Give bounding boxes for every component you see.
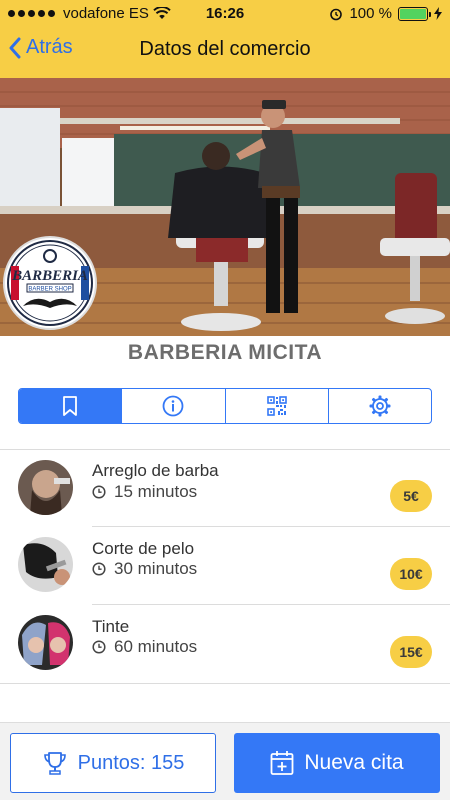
service-duration-text: 60 minutos xyxy=(114,637,198,656)
back-button[interactable]: Atrás xyxy=(8,36,73,59)
new-appointment-button[interactable]: Nueva cita xyxy=(234,733,440,793)
list-end-divider xyxy=(0,683,450,684)
list-item[interactable]: Corte de pelo 30 minutos 10€ xyxy=(0,527,450,604)
trophy-icon xyxy=(43,752,66,775)
bottom-bar: Puntos: 155 Nueva cita xyxy=(0,722,450,800)
header-bar: vodafone ES 16:26 100 % Atrás Datos del xyxy=(0,0,450,78)
logo-subtext: BARBER SHOP xyxy=(28,287,71,293)
service-name: Corte de pelo xyxy=(92,539,195,558)
status-right: 100 % xyxy=(329,5,442,22)
calendar-add-icon xyxy=(270,751,294,775)
service-duration: 15 minutos xyxy=(92,482,197,502)
service-avatar xyxy=(18,460,73,515)
clock-icon xyxy=(92,485,106,499)
service-duration-text: 30 minutos xyxy=(114,559,198,578)
price-badge: 5€ xyxy=(390,480,432,512)
status-bar: vodafone ES 16:26 100 % xyxy=(0,0,450,26)
shop-logo: BARBERIA BARBER SHOP xyxy=(3,236,97,330)
points-button[interactable]: Puntos: 155 xyxy=(10,733,216,793)
logo-text: BARBERIA xyxy=(11,268,88,284)
service-duration: 60 minutos xyxy=(92,637,197,657)
tab-qr-code[interactable] xyxy=(226,389,329,423)
clock-icon xyxy=(92,562,106,576)
service-avatar xyxy=(18,537,73,592)
charging-icon xyxy=(434,7,442,20)
points-label: Puntos: 155 xyxy=(77,751,185,774)
bookmark-icon xyxy=(63,396,78,416)
service-avatar xyxy=(18,615,73,670)
tab-info[interactable] xyxy=(122,389,226,423)
service-name: Tinte xyxy=(92,617,130,636)
service-duration-text: 15 minutos xyxy=(114,482,198,501)
chevron-left-icon xyxy=(9,37,21,58)
battery-icon xyxy=(398,6,431,21)
tab-settings[interactable] xyxy=(329,389,431,423)
shop-name: BARBERIA MICITA xyxy=(127,341,323,364)
tab-bookmark[interactable] xyxy=(19,389,123,423)
price-badge: 15€ xyxy=(390,636,432,668)
list-item[interactable]: Arreglo de barba 15 minutos 5€ xyxy=(0,450,450,527)
clock-icon xyxy=(92,640,106,654)
info-icon xyxy=(162,395,184,417)
price-badge: 10€ xyxy=(390,558,432,590)
list-item[interactable]: Tinte 60 minutos 15€ xyxy=(0,605,450,682)
alarm-icon xyxy=(330,8,343,20)
service-duration: 30 minutos xyxy=(92,559,197,579)
gear-icon xyxy=(369,395,391,417)
battery-percent: 100 % xyxy=(349,5,392,22)
qr-code-icon xyxy=(266,396,287,416)
shop-tabs xyxy=(18,388,432,424)
service-name: Arreglo de barba xyxy=(92,461,219,480)
back-label: Atrás xyxy=(26,36,73,58)
navigation-bar: Atrás Datos del comercio xyxy=(0,26,450,78)
new-appointment-label: Nueva cita xyxy=(304,751,404,774)
